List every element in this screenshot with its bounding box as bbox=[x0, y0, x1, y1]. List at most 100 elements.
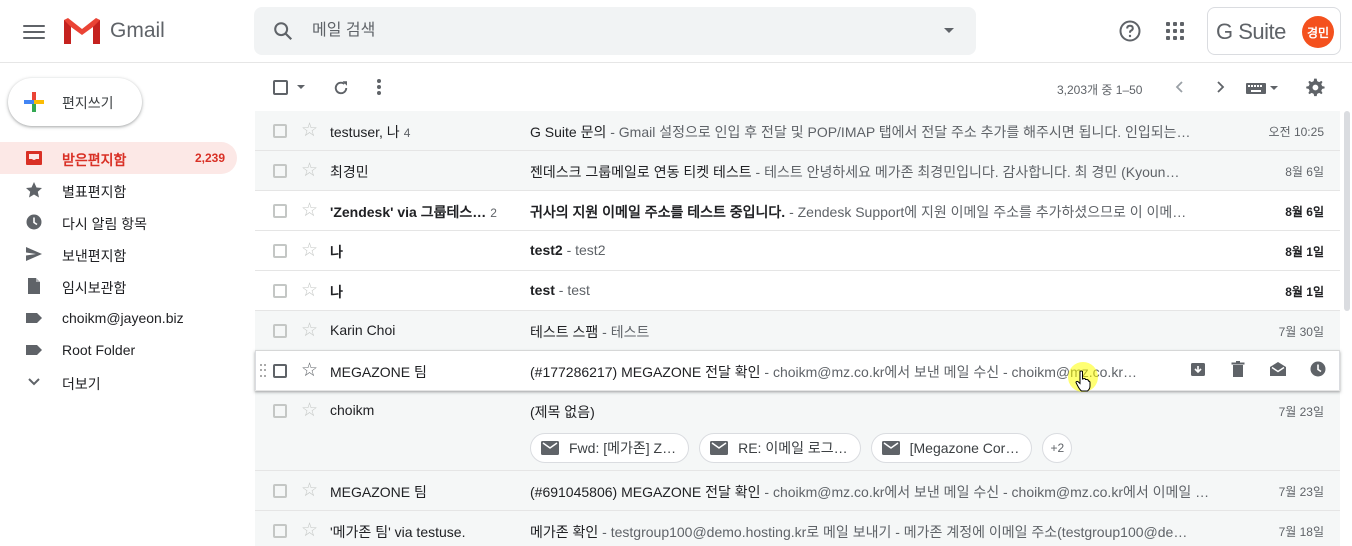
row-checkbox[interactable] bbox=[273, 244, 287, 258]
star-icon[interactable]: ☆ bbox=[301, 201, 318, 221]
row-checkbox[interactable] bbox=[273, 484, 287, 498]
top-header: Gmail G Suite 경민 bbox=[0, 0, 1352, 63]
plus-icon bbox=[24, 92, 44, 112]
sender: Karin Choi bbox=[330, 322, 515, 338]
date: 8월 6일 bbox=[1285, 205, 1324, 219]
trash-icon[interactable] bbox=[1228, 359, 1248, 379]
label-icon bbox=[26, 313, 42, 323]
gmail-app: Gmail G Suite 경민 편지쓰기 받은편지함 2,239 bbox=[0, 0, 1352, 546]
table-row[interactable]: ☆ 'Zendesk' via 그룹테스… 2 귀사의 지원 이메일 주소를 테스… bbox=[255, 191, 1340, 231]
row-hover-actions bbox=[1188, 359, 1328, 379]
compose-label: 편지쓰기 bbox=[62, 95, 114, 111]
table-row[interactable]: ☆ '메가존 팀' via testuse. 메가존 확인 - testgrou… bbox=[255, 511, 1340, 546]
main-menu-icon[interactable] bbox=[20, 19, 48, 45]
chevron-right-icon[interactable] bbox=[1212, 79, 1228, 95]
more-attachments-button[interactable]: +2 bbox=[1042, 433, 1073, 463]
mark-read-icon[interactable] bbox=[1268, 359, 1288, 379]
refresh-icon[interactable] bbox=[332, 79, 350, 97]
sender-name: MEGAZONE 팀 bbox=[330, 364, 427, 380]
star-icon[interactable]: ☆ bbox=[301, 121, 318, 141]
scrollbar-thumb[interactable] bbox=[1344, 111, 1350, 311]
table-row[interactable]: ☆ 나 test - test 8월 1일 bbox=[255, 271, 1340, 311]
row-checkbox[interactable] bbox=[273, 404, 287, 418]
compose-button[interactable]: 편지쓰기 bbox=[8, 78, 142, 126]
snippet: - 테스트 안녕하세요 메가존 최경민입니다. 감사합니다. 최 경민 (Kyo… bbox=[751, 164, 1180, 180]
gmail-logo[interactable]: Gmail bbox=[62, 16, 165, 46]
table-row[interactable]: ☆ testuser, 나4 G Suite 문의 - Gmail 설정으로 인… bbox=[255, 111, 1340, 151]
table-row[interactable]: ☆ Karin Choi 테스트 스팸 - 테스트 7월 30일 bbox=[255, 311, 1340, 351]
sidebar-item-choikm-jayeon[interactable]: choikm@jayeon.biz bbox=[0, 302, 237, 334]
gear-icon[interactable] bbox=[1305, 77, 1325, 97]
star-icon[interactable]: ☆ bbox=[301, 361, 318, 381]
sidebar-item-starred[interactable]: 별표편지함 bbox=[0, 174, 237, 206]
star-icon[interactable]: ☆ bbox=[301, 241, 318, 261]
date: 7월 23일 bbox=[1278, 405, 1324, 419]
scrollbar[interactable] bbox=[1344, 111, 1350, 546]
more-options-icon[interactable] bbox=[377, 79, 381, 95]
sidebar-item-snoozed[interactable]: 다시 알림 항목 bbox=[0, 206, 237, 238]
inbox-icon bbox=[26, 151, 42, 165]
row-checkbox[interactable] bbox=[273, 524, 287, 538]
table-row[interactable]: ☆ 최경민 젠데스크 그룹메일로 연동 티켓 테스트 - 테스트 안녕하세요 메… bbox=[255, 151, 1340, 191]
thread-count: 4 bbox=[403, 126, 411, 140]
envelope-icon bbox=[541, 441, 559, 455]
subject: 테스트 스팸 bbox=[530, 324, 599, 340]
star-icon[interactable]: ☆ bbox=[301, 481, 318, 501]
row-checkbox[interactable] bbox=[273, 284, 287, 298]
sidebar-item-label: 별표편지함 bbox=[62, 184, 127, 200]
snippet: - Zendesk Support에 지원 이메일 주소를 추가하셨으므로 이 … bbox=[785, 204, 1187, 220]
app-name: Gmail bbox=[110, 19, 165, 42]
subject: G Suite 문의 bbox=[530, 124, 607, 140]
sender: choikm bbox=[330, 402, 515, 418]
search-options-icon[interactable] bbox=[944, 28, 954, 33]
apps-grid-icon[interactable] bbox=[1166, 22, 1184, 40]
subject: 젠데스크 그룹메일로 연동 티켓 테스트 bbox=[530, 164, 752, 180]
snippet: - Gmail 설정으로 인입 후 전달 및 POP/IMAP 탭에서 전달 주… bbox=[606, 124, 1191, 140]
select-all-checkbox[interactable] bbox=[273, 80, 288, 95]
subject-line: test2 - test2 bbox=[530, 242, 1230, 258]
inbox-unread-count: 2,239 bbox=[194, 151, 225, 165]
star-icon[interactable]: ☆ bbox=[301, 321, 318, 341]
row-checkbox[interactable] bbox=[273, 164, 287, 178]
table-row[interactable]: ☆ MEGAZONE 팀 (#691045806) MEGAZONE 전달 확인… bbox=[255, 471, 1340, 511]
date: 7월 23일 bbox=[1278, 485, 1324, 499]
archive-icon[interactable] bbox=[1188, 359, 1208, 379]
clock-icon bbox=[26, 214, 42, 230]
attachment-chip[interactable]: [Megazone Cor… bbox=[870, 433, 1033, 463]
drag-handle-icon[interactable] bbox=[260, 364, 266, 378]
search-bar[interactable] bbox=[254, 7, 976, 55]
search-input[interactable] bbox=[312, 7, 912, 55]
row-checkbox[interactable] bbox=[273, 364, 287, 378]
sender-name: Karin Choi bbox=[330, 322, 396, 338]
sidebar-item-inbox[interactable]: 받은편지함 2,239 bbox=[0, 142, 237, 174]
date: 7월 30일 bbox=[1278, 325, 1324, 339]
row-checkbox[interactable] bbox=[273, 204, 287, 218]
select-options-icon[interactable] bbox=[297, 85, 305, 89]
star-icon[interactable]: ☆ bbox=[301, 401, 318, 421]
star-icon[interactable]: ☆ bbox=[301, 521, 318, 541]
keyboard-icon[interactable] bbox=[1246, 82, 1284, 94]
attachment-name: RE: 이메일 로그… bbox=[738, 440, 848, 456]
sidebar-item-sent[interactable]: 보낸편지함 bbox=[0, 238, 237, 270]
attachment-chip[interactable]: Fwd: [메가존] Z… bbox=[530, 433, 690, 463]
avatar[interactable]: 경민 bbox=[1302, 16, 1334, 48]
star-icon[interactable]: ☆ bbox=[301, 161, 318, 181]
sidebar-item-root-folder[interactable]: Root Folder bbox=[0, 334, 237, 366]
table-row[interactable]: ☆ 나 test2 - test2 8월 1일 bbox=[255, 231, 1340, 271]
snooze-clock-icon[interactable] bbox=[1308, 359, 1328, 379]
envelope-icon bbox=[710, 441, 729, 455]
sidebar-item-more[interactable]: 더보기 bbox=[0, 366, 237, 398]
chevron-left-icon[interactable] bbox=[1172, 79, 1188, 95]
subject: test bbox=[530, 282, 555, 298]
table-row-hovered[interactable]: ☆ MEGAZONE 팀 (#177286217) MEGAZONE 전달 확인… bbox=[255, 351, 1340, 391]
help-icon[interactable] bbox=[1118, 19, 1142, 43]
star-icon[interactable]: ☆ bbox=[301, 281, 318, 301]
account-switcher[interactable]: G Suite 경민 bbox=[1207, 7, 1341, 55]
attachment-chip[interactable]: RE: 이메일 로그… bbox=[699, 433, 861, 463]
row-checkbox[interactable] bbox=[273, 124, 287, 138]
sidebar-item-label: 더보기 bbox=[62, 376, 101, 392]
search-icon[interactable] bbox=[272, 20, 294, 42]
row-checkbox[interactable] bbox=[273, 324, 287, 338]
sidebar-item-drafts[interactable]: 임시보관함 bbox=[0, 270, 237, 302]
table-row[interactable]: ☆ choikm (제목 없음) 7월 23일 Fwd: [메가존] Z… RE… bbox=[255, 391, 1340, 471]
